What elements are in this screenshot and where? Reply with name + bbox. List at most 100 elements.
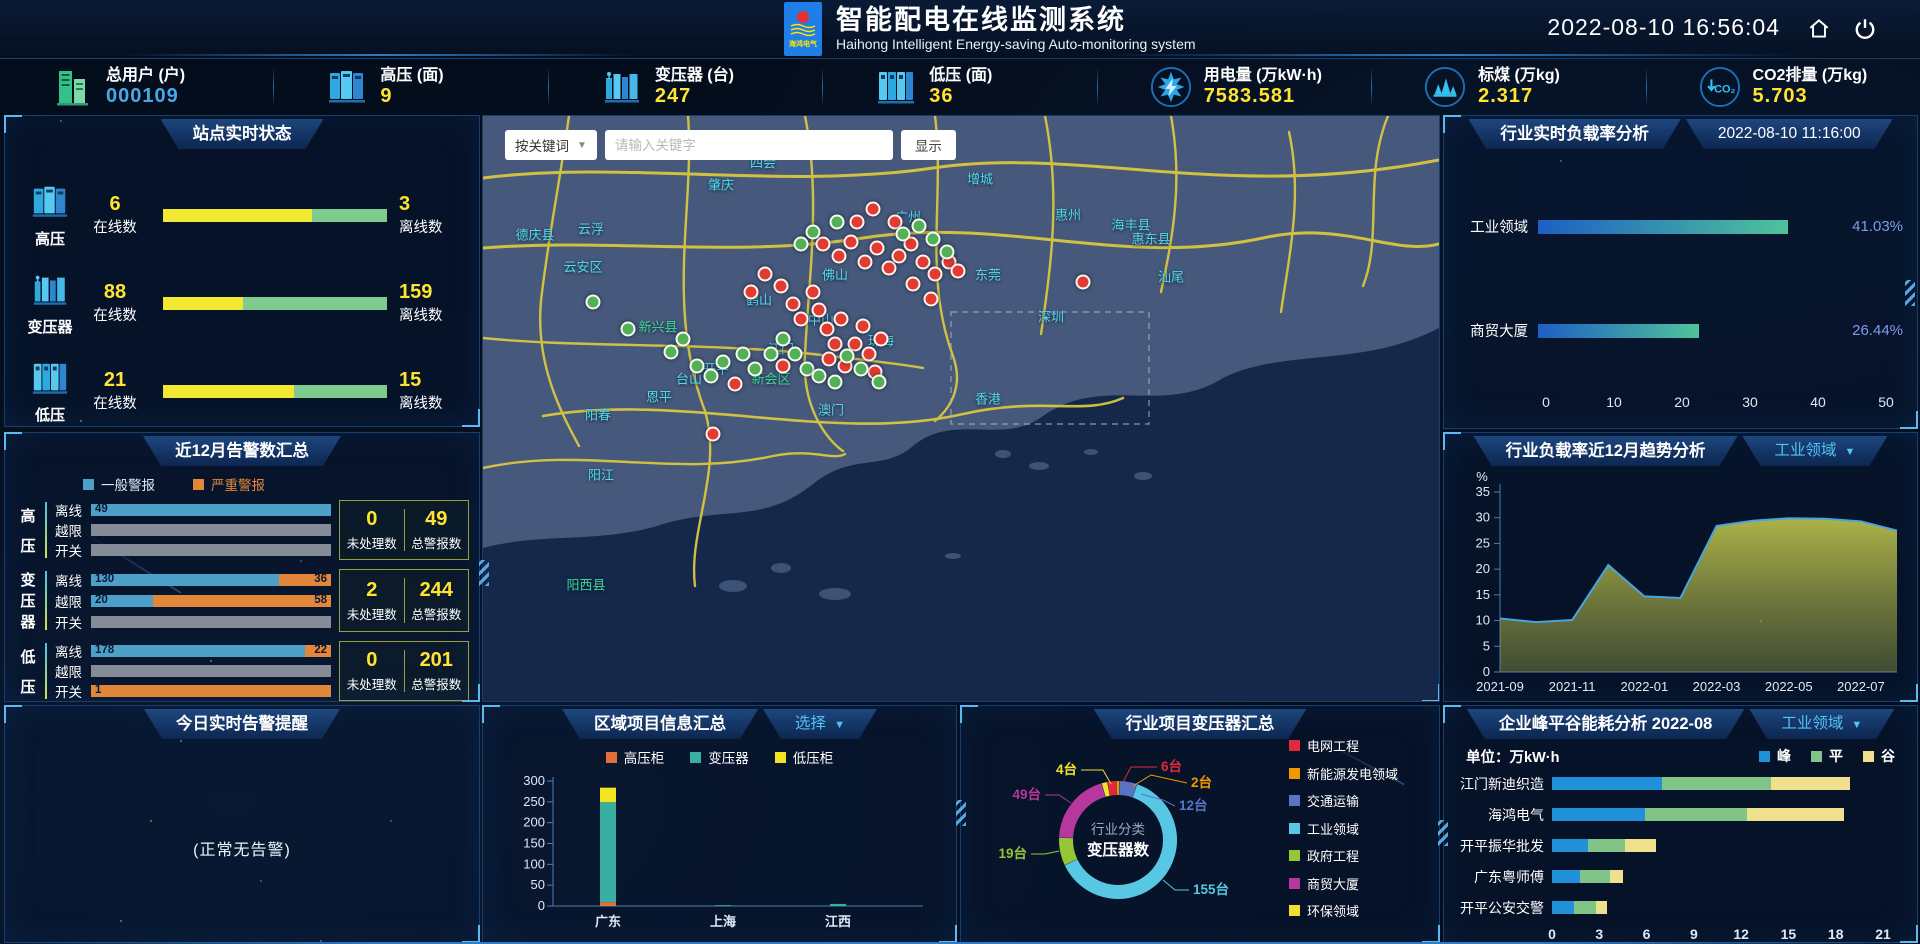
map-site-marker-green[interactable] [586,295,601,310]
map-site-marker-green[interactable] [896,227,911,242]
map-site-marker-green[interactable] [690,359,705,374]
legend-label: 交通运输 [1307,791,1359,810]
power-icon[interactable] [1852,16,1878,42]
map-site-marker-red[interactable] [850,215,865,230]
search-filter-select[interactable]: 按关键词 ▼ [505,130,597,160]
map-site-marker-red[interactable] [866,202,881,217]
map-site-marker-green[interactable] [764,347,779,362]
energy-company-label: 广东粤师傅 [1444,867,1544,887]
stat-value: 247 [655,85,734,107]
show-button[interactable]: 显示 [901,130,956,160]
map-site-marker-red[interactable] [758,267,773,282]
map-site-marker-green[interactable] [794,237,809,252]
load-rate-row: 工业领域41.03% [1462,216,1903,237]
map-site-marker-green[interactable] [748,362,763,377]
map-site-marker-red[interactable] [812,303,827,318]
map-site-marker-green[interactable] [788,347,803,362]
alarm-row: 越限2058 [55,591,339,611]
legend-item: 工业领域 [1289,819,1398,838]
map-site-marker-red[interactable] [856,319,871,334]
search-input[interactable] [605,130,893,160]
legend-item: 低压柜 [775,747,834,767]
map-site-marker-red[interactable] [906,277,921,292]
alarm-bar-severe [91,685,331,697]
offline-bar-segment [294,385,387,398]
alarm-row-label: 离线 [55,641,91,661]
map-site-marker-green[interactable] [940,245,955,260]
stat-label: CO2排量 (万kg) [1753,66,1868,85]
map-site-marker-green[interactable] [854,362,869,377]
map-site-marker-red[interactable] [785,297,800,312]
map-site-marker-green[interactable] [812,368,827,383]
alarm-group-divider [45,502,47,558]
region-select-dropdown[interactable]: 选择▼ [763,709,877,739]
legend-item: 严重警报 [193,474,265,494]
map-site-marker-red[interactable] [844,235,859,250]
map-site-marker-red[interactable] [1076,275,1091,290]
map-site-marker-green[interactable] [664,345,679,360]
panel-today-alarm: 今日实时告警提醒 (正常无告警) [4,705,480,943]
axis-tick: 3 [1595,926,1603,942]
offline-count: 159离线数 [399,281,461,325]
map-site-marker-green[interactable] [926,232,941,247]
trend-industry-dropdown[interactable]: 工业领域▼ [1742,436,1887,466]
energy-bar-segment [1552,777,1662,790]
map-site-marker-red[interactable] [928,267,943,282]
map-site-marker-green[interactable] [840,349,855,364]
map-site-marker-green[interactable] [776,332,791,347]
svg-text:2台: 2台 [1191,774,1212,790]
map-site-marker-green[interactable] [676,332,691,347]
load-rate-value: 26.44% [1852,322,1903,339]
svg-text:15: 15 [1476,587,1490,602]
energy-bar-segment [1610,870,1623,883]
map-site-marker-red[interactable] [820,322,835,337]
map-site-marker-red[interactable] [870,241,885,256]
map-city-label: 佛山 [822,265,848,284]
map-site-marker-red[interactable] [924,292,939,307]
map-site-marker-red[interactable] [828,337,843,352]
energy-row: 海鸿电气 [1444,799,1917,830]
map-site-marker-green[interactable] [736,347,751,362]
map-canvas [483,116,1439,701]
map-site-marker-green[interactable] [912,219,927,234]
map-site-marker-red[interactable] [892,249,907,264]
map-site-marker-red[interactable] [728,377,743,392]
map-site-marker-green[interactable] [704,368,719,383]
map-site-marker-red[interactable] [858,254,873,269]
map-site-marker-red[interactable] [874,332,889,347]
map-site-marker-red[interactable] [916,254,931,269]
map-site-marker-red[interactable] [794,312,809,327]
map-site-marker-green[interactable] [716,355,731,370]
map-site-marker-red[interactable] [816,237,831,252]
total-alarm-count: 201总警报数 [405,642,469,700]
home-icon[interactable] [1806,16,1832,42]
map-site-marker-red[interactable] [806,285,821,300]
panel-transformer-summary: 行业项目变压器汇总 行业分类变压器数4台6台2台12台155台19台49台 电网… [960,705,1440,943]
map-site-marker-red[interactable] [951,263,966,278]
map-site-marker-red[interactable] [774,279,789,294]
svg-text:19台: 19台 [998,845,1027,861]
alarm-value: 58 [314,594,327,606]
map-site-marker-red[interactable] [862,347,877,362]
energy-industry-dropdown[interactable]: 工业领域▼ [1749,709,1894,739]
online-count: 88在线数 [79,281,151,325]
map-site-marker-green[interactable] [806,225,821,240]
legend-swatch [690,752,701,763]
offline-count: 3离线数 [399,193,461,237]
map-site-marker-red[interactable] [822,351,837,366]
stat-label: 高压 (面) [380,66,443,85]
map-site-marker-red[interactable] [882,261,897,276]
map-site-marker-red[interactable] [832,249,847,264]
map-site-marker-green[interactable] [828,375,843,390]
legend-label: 谷 [1881,746,1895,766]
panel-trend: 行业负载率近12月趋势分析 工业领域▼ %051015202530352021-… [1443,432,1918,702]
map-site-marker-green[interactable] [621,322,636,337]
map-site-marker-red[interactable] [834,312,849,327]
map-site-marker-red[interactable] [776,359,791,374]
map-site-marker-green[interactable] [830,215,845,230]
map-site-marker-red[interactable] [744,285,759,300]
map-site-marker-red[interactable] [706,427,721,442]
legend-swatch [606,752,617,763]
map-site-marker-green[interactable] [872,375,887,390]
chevron-down-icon: ▼ [1851,719,1862,731]
